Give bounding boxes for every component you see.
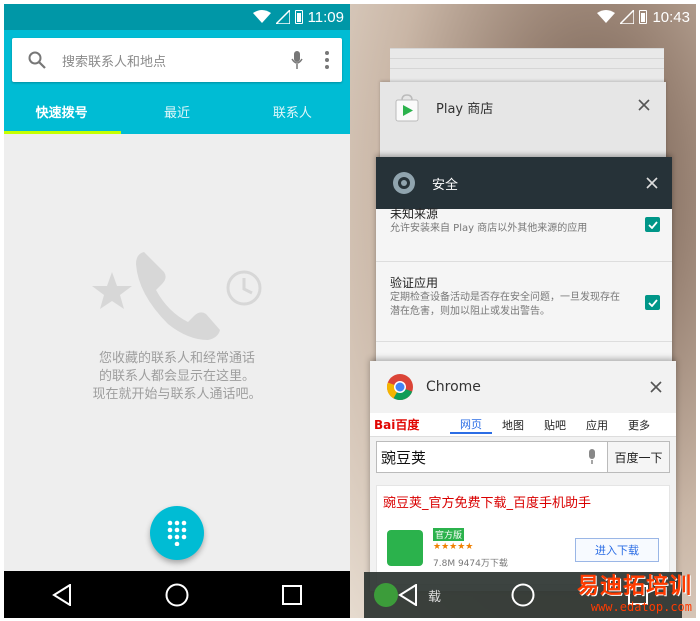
baidu-tab-apps[interactable]: 应用: [576, 417, 618, 433]
empty-state-text: 您收藏的联系人和经常通话 的联系人都会显示在这里。 现在就开始与联系人通话吧。: [4, 350, 350, 404]
chrome-icon: [386, 374, 413, 401]
setting-heading: 验证应用: [390, 276, 439, 290]
baidu-search-bar: 豌豆荚 百度一下: [376, 441, 670, 473]
baidu-nav: Bai百度 网页 地图 贴吧 应用 更多: [370, 413, 676, 437]
play-store-icon: [395, 94, 419, 122]
close-icon[interactable]: [650, 378, 662, 397]
tab-bar: 快速拨号 最近 联系人: [4, 92, 350, 134]
search-input[interactable]: 搜索联系人和地点: [62, 51, 282, 70]
dialer-screen: 11:09 搜索联系人和地点 快速拨号 最近 联系人 您收藏的联系人和经常通话 …: [4, 4, 350, 618]
watermark-title: 易迪拓培训: [576, 574, 692, 599]
setting-unknown-sources[interactable]: 未知来源 允许安装来自 Play 商店以外其他来源的应用: [376, 205, 672, 262]
card-title: 安全: [432, 177, 459, 193]
empty-text-line: 现在就开始与联系人通话吧。: [92, 387, 262, 402]
dialer-header: 搜索联系人和地点 快速拨号 最近 联系人: [4, 30, 350, 134]
baidu-logo: Bai百度: [374, 418, 420, 432]
watermark-url: www.edatop.com: [590, 600, 692, 614]
official-badge: 官方版: [433, 528, 465, 541]
checkbox[interactable]: [645, 217, 660, 232]
baidu-tab-more[interactable]: 更多: [618, 417, 660, 433]
signal-icon: [620, 10, 635, 24]
search-icon[interactable]: [12, 51, 62, 69]
mic-icon[interactable]: [282, 50, 312, 70]
battery-icon: [639, 10, 648, 24]
baidu-search-button[interactable]: 百度一下: [607, 442, 669, 472]
result-meta: 7.8M 9474万下载: [433, 559, 508, 569]
recents-screen: 10:43 Play 商店 安全 未知来源 允许安装来自 Play 商店以外其他…: [350, 4, 696, 618]
mic-icon[interactable]: [577, 442, 607, 472]
card-header: Chrome: [370, 361, 676, 413]
tab-recent[interactable]: 最近: [119, 92, 234, 130]
setting-verify-apps[interactable]: 验证应用 定期检查设备活动是否存在安全问题，一旦发现存在潜在危害，则加以阻止或发…: [376, 262, 672, 342]
back-icon[interactable]: [42, 575, 82, 615]
empty-text-line: 的联系人都会显示在这里。: [98, 369, 255, 384]
star-icon: [92, 272, 132, 309]
empty-text-line: 您收藏的联系人和经常通话: [98, 351, 255, 366]
tab-contacts[interactable]: 联系人: [235, 92, 350, 130]
card-header: 安全: [376, 157, 672, 209]
tab-speed-dial[interactable]: 快速拨号: [4, 92, 122, 134]
home-icon[interactable]: [503, 575, 543, 615]
search-box[interactable]: 搜索联系人和地点: [12, 38, 342, 82]
status-bar: 11:09: [4, 4, 350, 30]
baidu-search-input[interactable]: 豌豆荚: [377, 442, 577, 472]
status-time: 10:43: [652, 8, 690, 26]
close-icon[interactable]: [638, 96, 650, 115]
setting-heading: 未知来源: [390, 207, 439, 221]
recents-icon[interactable]: [272, 575, 312, 615]
card-title: Chrome: [426, 379, 481, 395]
signal-icon: [275, 10, 290, 24]
rating-stars: ★★★★★: [433, 542, 474, 552]
wifi-icon: [597, 10, 616, 23]
stacked-cards: [388, 48, 666, 88]
status-time: 11:09: [307, 8, 344, 26]
setting-description: 允许安装来自 Play 商店以外其他来源的应用: [390, 223, 588, 234]
recent-card-security[interactable]: 安全 未知来源 允许安装来自 Play 商店以外其他来源的应用 验证应用 定期检…: [376, 157, 672, 367]
setting-description: 定期检查设备活动是否存在安全问题，一旦发现存在潜在危害，则加以阻止或发出警告。: [390, 292, 620, 317]
dialpad-button[interactable]: [150, 506, 204, 560]
checkbox[interactable]: [645, 295, 660, 310]
download-button[interactable]: 进入下载: [575, 538, 659, 562]
baidu-tab-map[interactable]: 地图: [492, 417, 534, 433]
recent-card-chrome[interactable]: Chrome Bai百度 网页 地图 贴吧 应用 更多 豌豆荚 百度一下 豌豆荚…: [370, 361, 676, 591]
dialpad-icon: [167, 520, 187, 546]
watermark: 易迪拓培训 www.edatop.com: [577, 568, 692, 614]
battery-icon: [294, 10, 303, 24]
baidu-tab-web[interactable]: 网页: [450, 416, 492, 434]
empty-state-illustration: [92, 252, 262, 340]
recent-card-play-store[interactable]: Play 商店: [380, 82, 666, 162]
phone-icon: [136, 252, 220, 340]
result-title-link[interactable]: 豌豆荚_官方免费下载_百度手机助手: [377, 486, 669, 511]
app-icon: [387, 530, 423, 566]
clock-icon: [226, 270, 262, 306]
back-icon[interactable]: [388, 575, 428, 615]
close-icon[interactable]: [646, 174, 658, 193]
more-options-icon[interactable]: [312, 51, 342, 69]
baidu-tab-tieba[interactable]: 贴吧: [534, 417, 576, 433]
card-title: Play 商店: [436, 102, 494, 117]
settings-gear-icon: [393, 172, 415, 194]
home-icon[interactable]: [157, 575, 197, 615]
nav-bar: [4, 571, 350, 618]
status-bar: 10:43: [350, 4, 696, 30]
wifi-icon: [252, 10, 271, 23]
